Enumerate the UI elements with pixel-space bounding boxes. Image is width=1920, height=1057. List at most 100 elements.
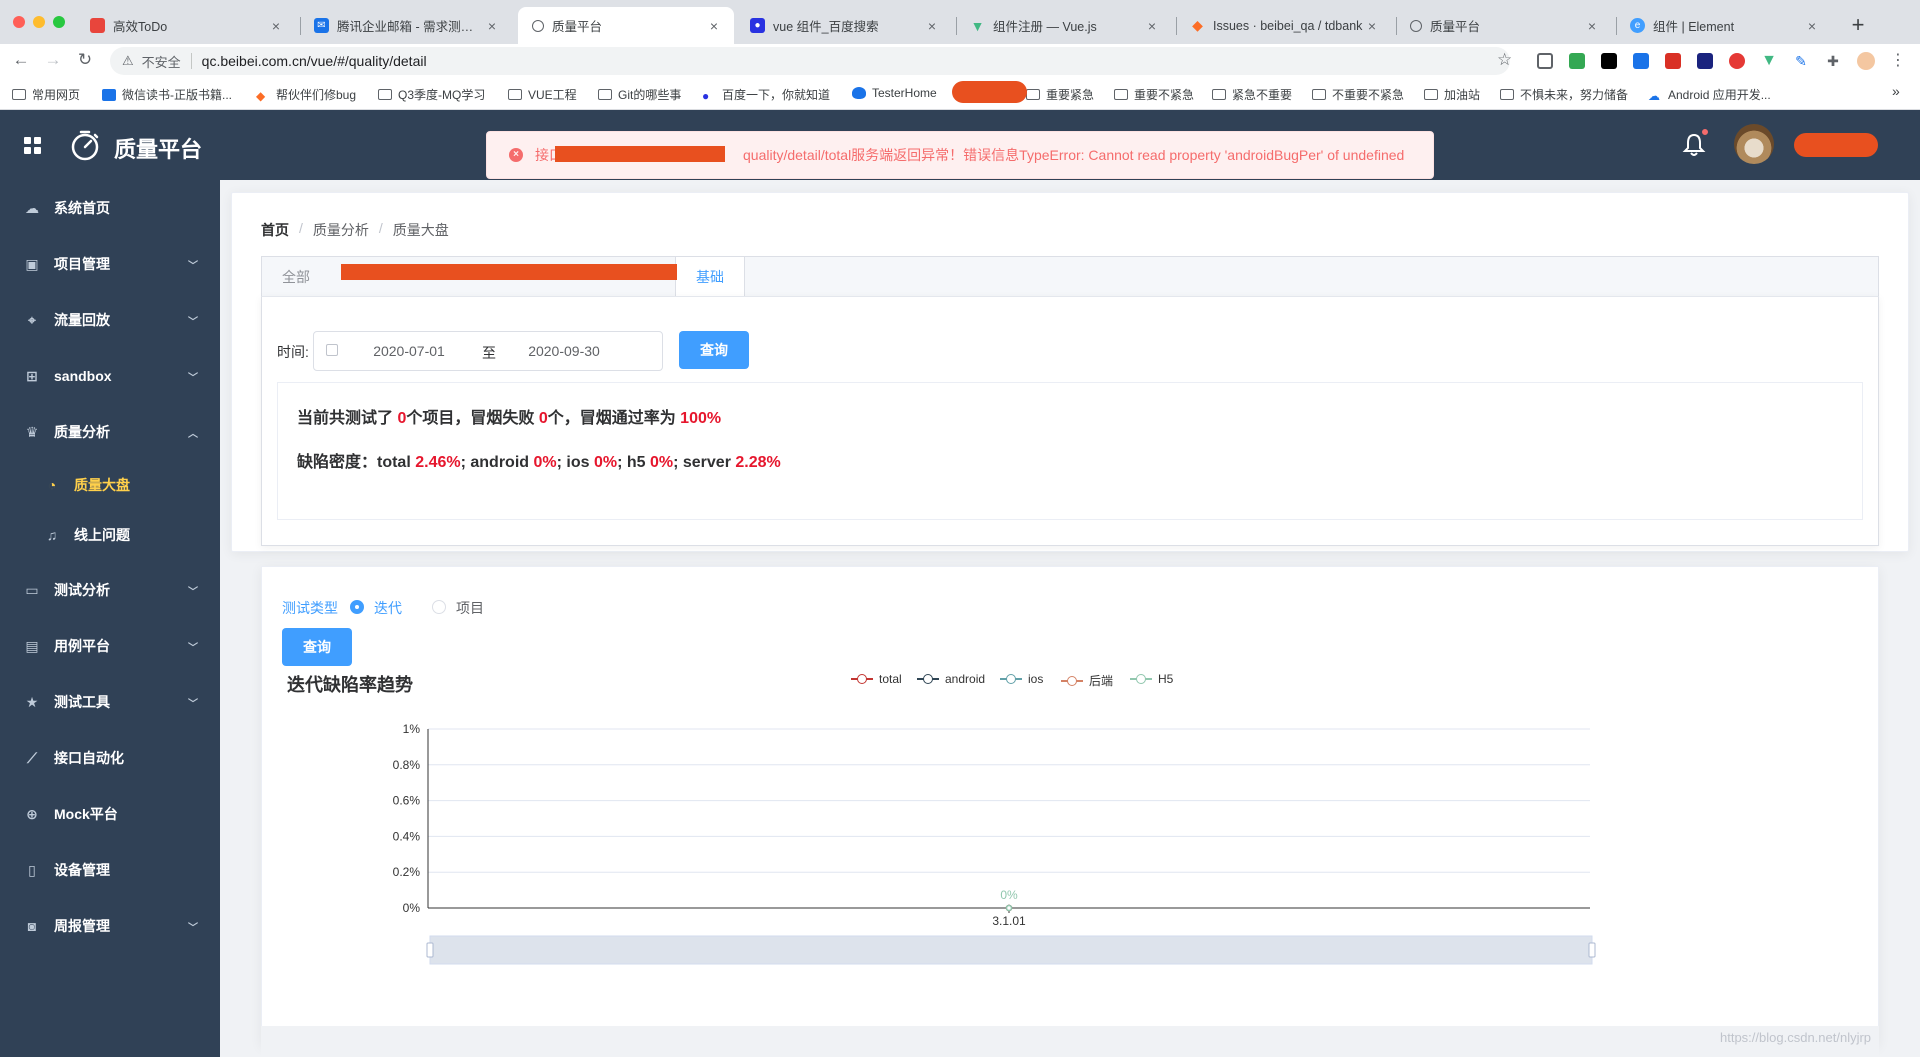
date-range-picker[interactable]: 2020-07-01 至 2020-09-30 <box>313 331 663 371</box>
close-window-button[interactable] <box>13 16 25 28</box>
mobile-icon: ▯ <box>28 861 36 878</box>
tab-basic[interactable]: 基础 <box>675 257 745 298</box>
browser-tab-active[interactable]: 质量平台 × <box>518 7 734 44</box>
back-button[interactable]: ← <box>10 50 32 70</box>
sidebar-item-online-issues[interactable]: ♫ 线上问题 <box>0 510 220 560</box>
adblock-extension-icon[interactable] <box>1729 53 1745 69</box>
bookmark-item[interactable]: VUE工程 <box>508 86 577 103</box>
breadcrumb-item[interactable]: 质量分析 <box>313 220 369 240</box>
legend-item-2[interactable]: ios <box>1000 672 1043 686</box>
sidebar-item-case-platform[interactable]: ▤ 用例平台 ﹀ <box>0 618 220 674</box>
chevron-down-icon: ﹀ <box>188 372 198 384</box>
puzzle-extensions-icon[interactable]: ✚ <box>1825 53 1841 69</box>
bookmark-item[interactable]: 加油站 <box>1424 86 1480 103</box>
y-tick-label: 0.4% <box>393 829 421 843</box>
close-tab-icon[interactable]: × <box>268 18 284 34</box>
sidebar-item-api-automation[interactable]: ⟋ 接口自动化 <box>0 730 220 786</box>
close-tab-icon[interactable]: × <box>706 18 722 34</box>
cloud-icon: ☁ <box>25 199 39 216</box>
folder-icon <box>508 89 522 100</box>
bookmark-item[interactable]: 重要紧急 <box>1026 86 1094 103</box>
sidebar-item-test-tools[interactable]: ★ 测试工具 ﹀ <box>0 674 220 730</box>
browser-tab[interactable]: 质量平台 × <box>1396 7 1612 44</box>
sidebar-item-quality-analysis[interactable]: ♛ 质量分析 ︿ <box>0 404 220 460</box>
eyedropper-extension-icon[interactable]: ✎ <box>1793 53 1809 69</box>
sidebar-item-mock-platform[interactable]: ⊕ Mock平台 <box>0 786 220 842</box>
sidebar-item-devices[interactable]: ▯ 设备管理 <box>0 842 220 898</box>
bookmark-item[interactable]: TesterHome <box>852 86 937 100</box>
bookmark-item[interactable]: ☁ Android 应用开发... <box>1648 86 1771 103</box>
close-tab-icon[interactable]: × <box>1144 18 1160 34</box>
new-tab-button[interactable]: + <box>1846 12 1870 38</box>
folder-icon <box>1212 89 1226 100</box>
bookmark-item[interactable]: 不惧未来，努力储备 <box>1500 86 1628 103</box>
beta-extension-icon[interactable] <box>1633 53 1649 69</box>
address-bar[interactable]: ⚠ 不安全 qc.beibei.com.cn/vue/#/quality/det… <box>110 47 1510 75</box>
bookmark-item[interactable]: 不重要不紧急 <box>1312 86 1404 103</box>
bookmark-item[interactable]: Q3季度-MQ学习 <box>378 86 485 103</box>
vue-devtools-icon[interactable]: ▼ <box>1761 53 1777 69</box>
bookmark-item[interactable]: 微信读书-正版书籍... <box>102 86 232 103</box>
close-tab-icon[interactable]: × <box>924 18 940 34</box>
bookmark-item[interactable]: ● 百度一下，你就知道 <box>702 86 830 103</box>
tab-all[interactable]: 全部 <box>262 257 330 297</box>
browser-tab[interactable]: ◆ Issues · beibei_qa / tdbank × <box>1176 7 1392 44</box>
browser-tab[interactable]: 高效ToDo × <box>76 7 296 44</box>
sidebar-item-weekly-report[interactable]: ◙ 周报管理 ﹀ <box>0 898 220 954</box>
breadcrumb-item[interactable]: 首页 <box>261 220 289 240</box>
bookmark-item[interactable]: 重要不紧急 <box>1114 86 1194 103</box>
radio-iteration-label[interactable]: 迭代 <box>374 598 402 618</box>
apps-grid-icon[interactable] <box>24 137 41 154</box>
bookmark-item[interactable]: ◆ 帮伙伴们修bug <box>256 86 356 103</box>
sidebar-item-sandbox[interactable]: ⊞ sandbox ﹀ <box>0 348 220 404</box>
forward-button[interactable]: → <box>42 50 64 70</box>
notification-bell-icon[interactable] <box>1682 132 1706 158</box>
browser-tab[interactable]: ● vue 组件_百度搜索 × <box>736 7 952 44</box>
chevron-down-icon: ﹀ <box>188 316 198 328</box>
fe-extension-icon[interactable] <box>1665 53 1681 69</box>
profile-avatar-icon[interactable] <box>1857 52 1875 70</box>
sidebar-item-test-analysis[interactable]: ▭ 测试分析 ﹀ <box>0 562 220 618</box>
trophy-icon: ♛ <box>25 423 39 440</box>
bookmark-star-icon[interactable]: ☆ <box>1497 50 1512 70</box>
bookmark-item[interactable]: Git的哪些事 <box>598 86 681 103</box>
end-date[interactable]: 2020-09-30 <box>469 343 659 359</box>
jetbrains-extension-icon[interactable] <box>1601 53 1617 69</box>
bookmark-item[interactable]: 紧急不重要 <box>1212 86 1292 103</box>
sidebar-item-home[interactable]: ☁ 系统首页 <box>0 180 220 236</box>
radio-project[interactable] <box>432 600 446 614</box>
more-bookmarks-button[interactable]: » <box>1892 83 1900 99</box>
sidebar-item-traffic-replay[interactable]: ⌖ 流量回放 ﹀ <box>0 292 220 348</box>
user-avatar[interactable] <box>1734 124 1774 164</box>
bookmark-item[interactable]: 常用网页 <box>12 86 80 103</box>
close-tab-icon[interactable]: × <box>484 18 500 34</box>
radio-iteration[interactable] <box>350 600 364 614</box>
reader-extension-icon[interactable] <box>1697 53 1713 69</box>
query-button[interactable]: 查询 <box>679 331 749 369</box>
sidebar-item-quality-dashboard[interactable]: ◔ 质量大盘 <box>0 460 220 510</box>
legend-item-4[interactable]: H5 <box>1130 672 1173 686</box>
legend-item-0[interactable]: total <box>851 672 902 686</box>
redaction-mark <box>1794 133 1878 157</box>
sidebar-item-label: 周报管理 <box>54 918 110 934</box>
trend-query-button[interactable]: 查询 <box>282 628 352 666</box>
browser-menu-icon[interactable]: ⋮ <box>1890 53 1906 69</box>
maximize-window-button[interactable] <box>53 16 65 28</box>
folder-icon <box>1026 89 1040 100</box>
browser-tab[interactable]: ▼ 组件注册 — Vue.js × <box>956 7 1172 44</box>
smoke-test-summary: 当前共测试了 0个项目，冒烟失败 0个，冒烟通过率为 100% <box>297 410 722 427</box>
reload-button[interactable]: ↻ <box>74 50 96 70</box>
close-tab-icon[interactable]: × <box>1804 18 1820 34</box>
close-tab-icon[interactable]: × <box>1364 18 1380 34</box>
browser-tab[interactable]: e 组件 | Element × <box>1616 7 1832 44</box>
legend-item-3[interactable]: 后端 <box>1061 672 1113 689</box>
close-tab-icon[interactable]: × <box>1584 18 1600 34</box>
legend-item-1[interactable]: android <box>917 672 985 686</box>
radio-project-label[interactable]: 项目 <box>456 598 484 618</box>
qr-extension-icon[interactable] <box>1537 53 1553 69</box>
browser-tab[interactable]: ✉ 腾讯企业邮箱 - 需求测试平台 × <box>300 7 512 44</box>
sidebar-item-projects[interactable]: ▣ 项目管理 ﹀ <box>0 236 220 292</box>
tab-title: 高效ToDo <box>113 20 168 34</box>
grid-extension-icon[interactable] <box>1569 53 1585 69</box>
minimize-window-button[interactable] <box>33 16 45 28</box>
